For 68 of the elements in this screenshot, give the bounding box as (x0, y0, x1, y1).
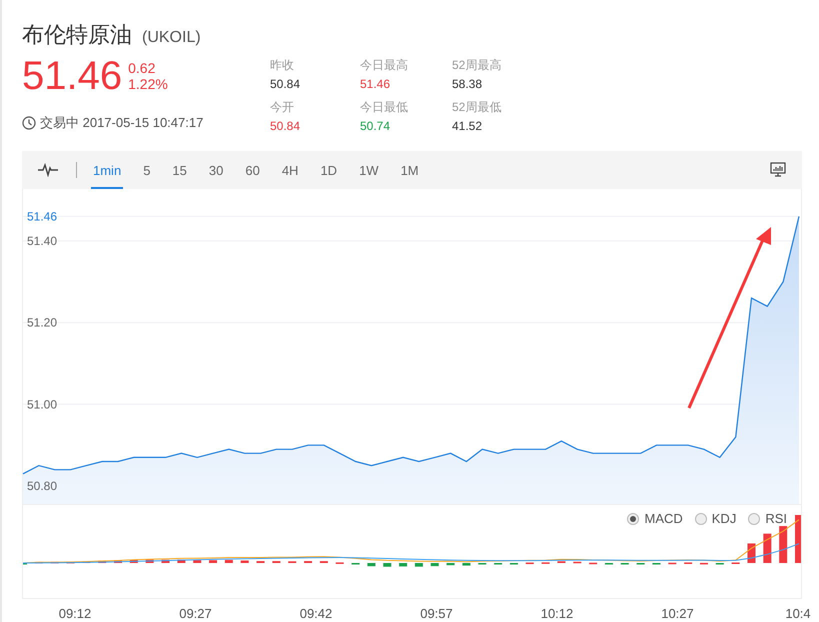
macd-bar (763, 534, 772, 563)
instrument-name: 布伦特原油 (22, 21, 132, 49)
y-tick-label: 51.00 (27, 397, 58, 412)
macd-bar (399, 563, 408, 566)
macd-bar (193, 560, 202, 563)
price-change: 0.62 (128, 60, 156, 76)
time-axis-label: 10:4 (785, 606, 811, 621)
percent-change: 1.22% (128, 76, 168, 92)
macd-bar (130, 560, 138, 563)
instrument-symbol: (UKOIL) (142, 29, 201, 47)
pulse-icon[interactable] (38, 163, 58, 177)
y-tick-label: 51.20 (27, 316, 58, 330)
stat-value: 50.84 (270, 77, 302, 91)
time-axis-label: 09:57 (420, 606, 453, 621)
period-tab[interactable]: 30 (206, 151, 226, 189)
stat-label: 今日最高 (360, 57, 409, 74)
macd-bar (162, 560, 170, 563)
macd-bar (224, 560, 233, 563)
macd-bar (177, 560, 186, 563)
time-axis-label: 10:12 (540, 606, 574, 621)
macd-bar (146, 560, 154, 563)
time-axis-label: 09:12 (58, 606, 92, 621)
stat-label: 52周最高 (452, 57, 502, 74)
stat-value: 41.52 (452, 119, 484, 133)
period-tab[interactable]: 1M (398, 151, 421, 189)
period-tab[interactable]: 5 (141, 151, 152, 189)
macd-bar (114, 560, 122, 563)
clock-icon (22, 116, 36, 130)
macd-bar (209, 560, 218, 563)
stat-label: 今开 (270, 99, 295, 116)
y-tick-label: 51.46 (27, 209, 58, 224)
stat-label: 昨收 (270, 57, 295, 74)
period-tab[interactable]: 15 (170, 151, 189, 189)
period-tab[interactable]: 4H (280, 151, 300, 189)
macd-bar (98, 560, 106, 563)
macd-bar (414, 563, 423, 567)
trading-status: 交易中 2017-05-15 10:47:17 (40, 114, 204, 132)
macd-bar (462, 563, 470, 566)
macd-bar (430, 563, 439, 566)
radio-icon[interactable] (627, 512, 640, 524)
radio-icon[interactable] (694, 512, 707, 524)
period-tab[interactable]: 60 (243, 151, 262, 189)
stat-value: 51.46 (360, 77, 392, 91)
stat-value: 58.38 (452, 77, 484, 91)
macd-bar (779, 526, 788, 563)
indicator-radio[interactable]: RSI (748, 511, 787, 526)
time-axis-label: 09:42 (300, 606, 332, 621)
stat-label: 今日最低 (360, 99, 409, 116)
y-tick-label: 50.80 (27, 479, 58, 494)
time-axis-label: 09:27 (179, 606, 212, 621)
stat-label: 52周最低 (452, 99, 502, 116)
time-axis-label: 10:27 (661, 606, 694, 621)
macd-bar (367, 563, 376, 566)
macd-bar (383, 563, 392, 567)
indicator-radio[interactable]: KDJ (694, 511, 736, 526)
macd-bar (795, 515, 801, 563)
stat-value: 50.84 (270, 119, 302, 133)
monitor-chart-icon[interactable] (770, 162, 786, 178)
radio-icon[interactable] (748, 512, 760, 524)
period-tab[interactable]: 1D (318, 151, 340, 189)
y-tick-label: 51.40 (27, 234, 58, 248)
macd-bar (446, 563, 455, 566)
indicator-radio[interactable]: MACD (627, 511, 683, 526)
period-tab[interactable]: 1W (357, 151, 381, 189)
period-tab[interactable]: 1min (91, 151, 124, 189)
macd-bar (240, 560, 249, 563)
stat-value: 50.74 (360, 119, 392, 133)
last-price: 51.46 (22, 56, 122, 96)
